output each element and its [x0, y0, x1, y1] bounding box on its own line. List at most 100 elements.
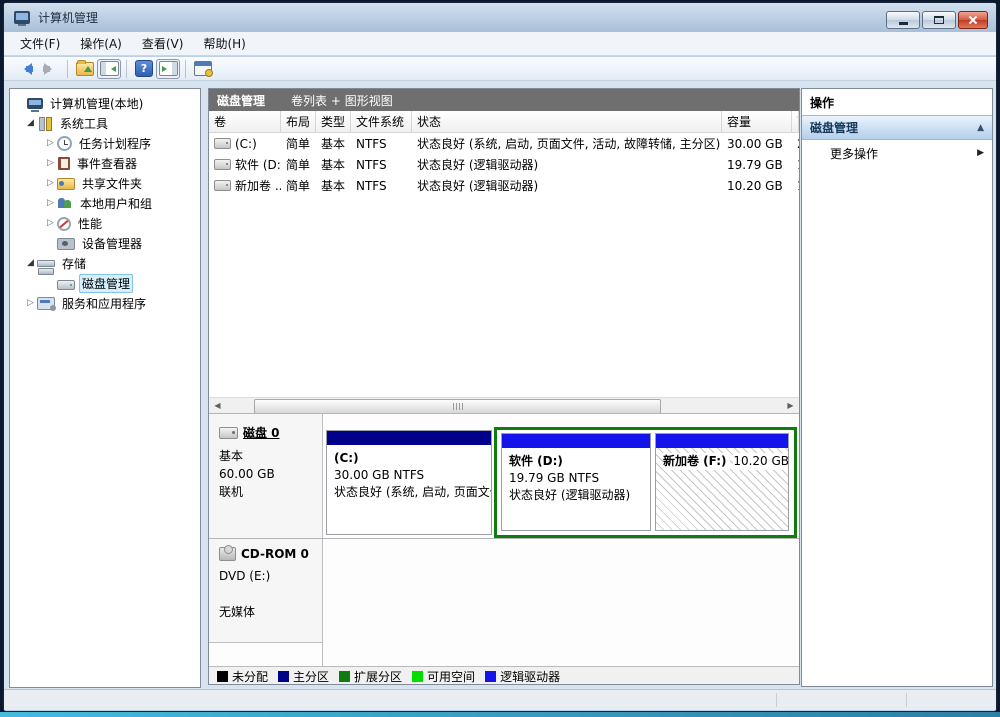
- disk-management-icon: [57, 280, 75, 290]
- up-folder-button[interactable]: [73, 59, 97, 79]
- logical-drive-bar: [502, 434, 650, 448]
- volume-icon: [214, 138, 231, 149]
- actions-section-disk-management[interactable]: 磁盘管理: [802, 115, 992, 140]
- status-bar-separator: [776, 693, 777, 707]
- menu-file[interactable]: 文件(F): [10, 32, 70, 55]
- volume-list-header: 卷 布局 类型 文件系统 状态 容量 可用空间: [209, 111, 799, 133]
- forward-button[interactable]: [38, 59, 62, 79]
- column-filesystem[interactable]: 文件系统: [351, 111, 412, 132]
- volume-row-d[interactable]: 软件 (D:) 简单 基本 NTFS 状态良好 (逻辑驱动器) 19.79 GB…: [209, 154, 799, 175]
- volume-free: 23: [792, 137, 799, 151]
- more-actions-item[interactable]: 更多操作: [802, 140, 992, 166]
- graphical-view: 磁盘 0 基本 60.00 GB 联机 (C:) 30.00 GB NTFS 状…: [209, 413, 799, 667]
- tree-item-services-applications[interactable]: 服务和应用程序: [10, 293, 200, 313]
- volume-icon: [214, 180, 231, 191]
- screen: 计算机管理 文件(F) 操作(A) 查看(V) 帮助(H): [0, 0, 1000, 717]
- column-volume[interactable]: 卷: [209, 111, 281, 132]
- collapse-section-icon[interactable]: [977, 123, 984, 133]
- tree-item-task-scheduler[interactable]: 任务计划程序: [10, 133, 200, 153]
- task-scheduler-icon: [57, 136, 72, 151]
- status-bar-separator: [906, 693, 907, 707]
- computer-management-app-icon: [14, 11, 30, 24]
- volume-row-f[interactable]: 新加卷 ... 简单 基本 NTFS 状态良好 (逻辑驱动器) 10.20 GB…: [209, 175, 799, 196]
- expander-expanded-icon[interactable]: [24, 118, 37, 128]
- tree-item-storage[interactable]: 存储: [10, 253, 200, 273]
- volume-name: 新加卷 ...: [235, 177, 281, 194]
- column-layout[interactable]: 布局: [281, 111, 316, 132]
- tree-item-system-tools[interactable]: 系统工具: [10, 113, 200, 133]
- tree-item-performance[interactable]: 性能: [10, 213, 200, 233]
- volume-free: 10: [792, 158, 799, 172]
- tree-item-label: 任务计划程序: [76, 134, 154, 153]
- disk0-label-panel[interactable]: 磁盘 0 基本 60.00 GB 联机: [209, 414, 322, 538]
- computer-management-window: 计算机管理 文件(F) 操作(A) 查看(V) 帮助(H): [3, 2, 997, 712]
- volume-layout: 简单: [281, 135, 316, 152]
- tree-item-event-viewer[interactable]: 事件查看器: [10, 153, 200, 173]
- titlebar[interactable]: 计算机管理: [4, 3, 996, 32]
- expander-collapsed-icon[interactable]: [44, 218, 57, 228]
- menu-help[interactable]: 帮助(H): [193, 32, 255, 55]
- more-actions-label: 更多操作: [830, 145, 878, 162]
- column-free-space[interactable]: 可用空间: [792, 111, 799, 132]
- volume-capacity: 30.00 GB: [722, 137, 792, 151]
- expander-collapsed-icon[interactable]: [44, 178, 57, 188]
- horizontal-scrollbar[interactable]: [209, 397, 799, 414]
- view-header-title: 磁盘管理: [217, 92, 265, 109]
- volume-row-c[interactable]: (C:) 简单 基本 NTFS 状态良好 (系统, 启动, 页面文件, 活动, …: [209, 133, 799, 154]
- expander-collapsed-icon[interactable]: [44, 198, 57, 208]
- scrollbar-thumb[interactable]: [254, 399, 661, 414]
- maximize-button[interactable]: [922, 11, 956, 29]
- console-tree-panel: 计算机管理(本地) 系统工具 任务计划程序 事件查看器: [9, 88, 201, 688]
- partition-f-selected[interactable]: 新加卷 (F:) 10.20 GB NTFS 状态良好 (逻辑驱动器): [655, 433, 789, 531]
- legend-unallocated: 未分配: [217, 668, 268, 685]
- scroll-left-button[interactable]: [209, 398, 226, 413]
- minimize-button[interactable]: [886, 11, 920, 29]
- volume-icon: [214, 159, 231, 170]
- help-button[interactable]: [132, 59, 156, 79]
- menu-view[interactable]: 查看(V): [132, 32, 194, 55]
- column-capacity[interactable]: 容量: [722, 111, 792, 132]
- menu-action[interactable]: 操作(A): [70, 32, 132, 55]
- expander-collapsed-icon[interactable]: [44, 138, 57, 148]
- disk0-name: 磁盘 0: [243, 424, 280, 441]
- column-type[interactable]: 类型: [316, 111, 351, 132]
- legend-label: 可用空间: [427, 668, 475, 685]
- legend-free-space: 可用空间: [412, 668, 475, 685]
- tree-item-shared-folders[interactable]: 共享文件夹: [10, 173, 200, 193]
- expander-collapsed-icon[interactable]: [24, 298, 37, 308]
- tree-item-label: 计算机管理(本地): [47, 94, 146, 113]
- column-status[interactable]: 状态: [412, 111, 722, 132]
- legend-extended-partition: 扩展分区: [339, 668, 402, 685]
- legend-logical-drive: 逻辑驱动器: [485, 668, 560, 685]
- toolbar: [4, 57, 996, 81]
- up-folder-icon: [76, 62, 94, 76]
- legend-bar: 未分配 主分区 扩展分区 可用空间 逻辑驱动器: [209, 666, 799, 685]
- actions-title: 操作: [802, 89, 992, 115]
- back-button[interactable]: [14, 59, 38, 79]
- legend-primary-partition: 主分区: [278, 668, 329, 685]
- partition-size: 30.00 GB NTFS: [334, 467, 491, 484]
- partition-size: 19.79 GB NTFS: [509, 470, 650, 487]
- show-action-pane-button[interactable]: [156, 59, 180, 79]
- close-button[interactable]: [958, 11, 988, 29]
- partition-d[interactable]: 软件 (D:) 19.79 GB NTFS 状态良好 (逻辑驱动器): [501, 433, 651, 531]
- device-manager-icon: [57, 238, 75, 250]
- tree-item-disk-management[interactable]: 磁盘管理: [10, 273, 200, 293]
- tree-item-local-users-groups[interactable]: 本地用户和组: [10, 193, 200, 213]
- tree-item-computer-management-local[interactable]: 计算机管理(本地): [10, 93, 200, 113]
- expander-expanded-icon[interactable]: [24, 258, 37, 268]
- performance-icon: [57, 217, 71, 231]
- cdrom0-label-panel[interactable]: CD-ROM 0 DVD (E:) 无媒体: [209, 539, 322, 643]
- tree-item-label: 设备管理器: [79, 234, 145, 253]
- disk0-type: 基本: [219, 447, 322, 465]
- primary-partition-bar: [327, 431, 491, 445]
- system-tools-icon: [37, 116, 53, 130]
- partition-c[interactable]: (C:) 30.00 GB NTFS 状态良好 (系统, 启动, 页面文件, 活…: [326, 430, 492, 535]
- tree-item-device-manager[interactable]: 设备管理器: [10, 233, 200, 253]
- expander-collapsed-icon[interactable]: [44, 158, 57, 168]
- show-console-tree-button[interactable]: [97, 59, 121, 79]
- customize-console-button[interactable]: [191, 59, 215, 79]
- cdrom-media: DVD (E:): [219, 567, 322, 585]
- cdrom-name: CD-ROM 0: [241, 547, 309, 561]
- scroll-right-button[interactable]: [782, 398, 799, 413]
